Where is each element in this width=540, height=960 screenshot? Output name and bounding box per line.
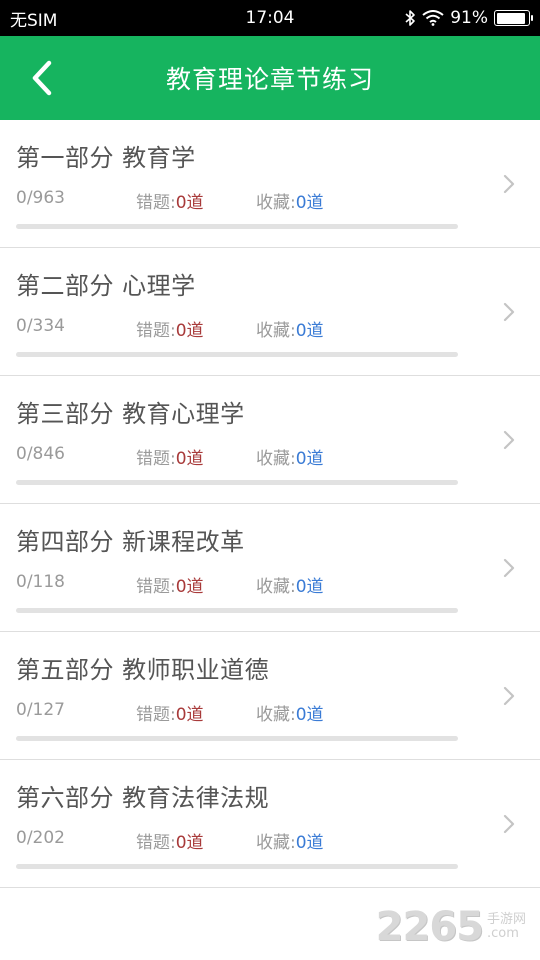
chevron-right-icon [503, 430, 515, 449]
battery-fill [496, 12, 525, 24]
status-right: 91% [404, 8, 533, 28]
favorite-value: 0道 [295, 193, 324, 213]
list-item[interactable]: 第三部分 教育心理学 0/846 错题:0道 收藏:0道 [0, 376, 540, 504]
list-item[interactable]: 第四部分 新课程改革 0/118 错题:0道 收藏:0道 [0, 504, 540, 632]
favorite-count: 收藏:0道 [256, 316, 324, 341]
favorite-count: 收藏:0道 [256, 444, 324, 469]
favorite-label: 收藏: [256, 705, 296, 725]
list-item[interactable]: 第一部分 教育学 0/963 错题:0道 收藏:0道 [0, 120, 540, 248]
favorite-value: 0道 [295, 577, 324, 597]
chevron-right-icon [503, 814, 515, 833]
list-item[interactable]: 第二部分 心理学 0/334 错题:0道 收藏:0道 [0, 248, 540, 376]
chevron-right-icon [503, 302, 515, 321]
wrong-count: 错题:0道 [136, 572, 204, 597]
status-left: 无SIM [10, 6, 57, 31]
chapter-title: 第三部分 教育心理学 [16, 400, 245, 428]
wrong-label: 错题: [136, 705, 176, 725]
wrong-value: 0道 [175, 833, 204, 853]
list-item[interactable]: 第五部分 教师职业道德 0/127 错题:0道 收藏:0道 [0, 632, 540, 760]
favorite-label: 收藏: [256, 449, 296, 469]
chevron-left-icon [32, 60, 52, 96]
favorite-count: 收藏:0道 [256, 828, 324, 853]
progress-bar [16, 608, 458, 613]
favorite-value: 0道 [295, 833, 324, 853]
wrong-label: 错题: [136, 193, 176, 213]
progress-count: 0/118 [16, 572, 65, 592]
progress-bar [16, 352, 458, 357]
nav-bar: 教育理论章节练习 [0, 36, 540, 120]
progress-count: 0/127 [16, 700, 65, 720]
watermark-text-line2: .com [486, 926, 519, 941]
chapter-title: 第四部分 新课程改革 [16, 528, 245, 556]
favorite-count: 收藏:0道 [256, 700, 324, 725]
wifi-icon [422, 10, 444, 26]
favorite-label: 收藏: [256, 321, 296, 341]
wrong-count: 错题:0道 [136, 444, 204, 469]
wrong-value: 0道 [175, 577, 204, 597]
progress-bar [16, 864, 458, 869]
wrong-value: 0道 [175, 321, 204, 341]
wrong-count: 错题:0道 [136, 700, 204, 725]
wrong-label: 错题: [136, 577, 176, 597]
chevron-right-icon [503, 174, 515, 193]
favorite-label: 收藏: [256, 193, 296, 213]
progress-bar [16, 736, 458, 741]
wrong-value: 0道 [175, 449, 204, 469]
back-button[interactable] [22, 58, 62, 98]
favorite-count: 收藏:0道 [256, 572, 324, 597]
chapter-title: 第一部分 教育学 [16, 144, 196, 172]
wrong-label: 错题: [136, 449, 176, 469]
chapter-title: 第六部分 教育法律法规 [16, 784, 270, 812]
progress-bar [16, 224, 458, 229]
page-title: 教育理论章节练习 [165, 65, 374, 94]
progress-count: 0/202 [16, 828, 65, 848]
watermark-text: 手游网 .com [487, 913, 526, 940]
battery-percent: 91% [450, 8, 488, 28]
favorite-label: 收藏: [256, 833, 296, 853]
watermark-number: 2265 [375, 904, 484, 950]
wrong-value: 0道 [175, 193, 204, 213]
list-item[interactable]: 第六部分 教育法律法规 0/202 错题:0道 收藏:0道 [0, 760, 540, 888]
wrong-value: 0道 [175, 705, 204, 725]
wrong-count: 错题:0道 [136, 316, 204, 341]
progress-bar [16, 480, 458, 485]
chevron-right-icon [503, 558, 515, 577]
chapter-list: 第一部分 教育学 0/963 错题:0道 收藏:0道 第二部分 心理学 0/33… [0, 120, 540, 888]
progress-count: 0/334 [16, 316, 65, 336]
favorite-count: 收藏:0道 [256, 188, 324, 213]
wrong-count: 错题:0道 [136, 188, 204, 213]
chapter-title: 第五部分 教师职业道德 [16, 656, 270, 684]
progress-count: 0/846 [16, 444, 65, 464]
wrong-label: 错题: [136, 321, 176, 341]
wrong-label: 错题: [136, 833, 176, 853]
favorite-value: 0道 [295, 449, 324, 469]
status-bar: 无SIM 17:04 91% [0, 0, 540, 36]
progress-count: 0/963 [16, 188, 65, 208]
carrier-label: 无SIM [10, 10, 58, 31]
favorite-label: 收藏: [256, 577, 296, 597]
watermark-logo: 2265 手游网 .com [376, 904, 526, 950]
battery-icon [494, 10, 533, 26]
bluetooth-icon [405, 10, 416, 26]
chevron-right-icon [503, 686, 515, 705]
favorite-value: 0道 [295, 705, 324, 725]
chapter-title: 第二部分 心理学 [16, 272, 196, 300]
favorite-value: 0道 [295, 321, 324, 341]
wrong-count: 错题:0道 [136, 828, 204, 853]
